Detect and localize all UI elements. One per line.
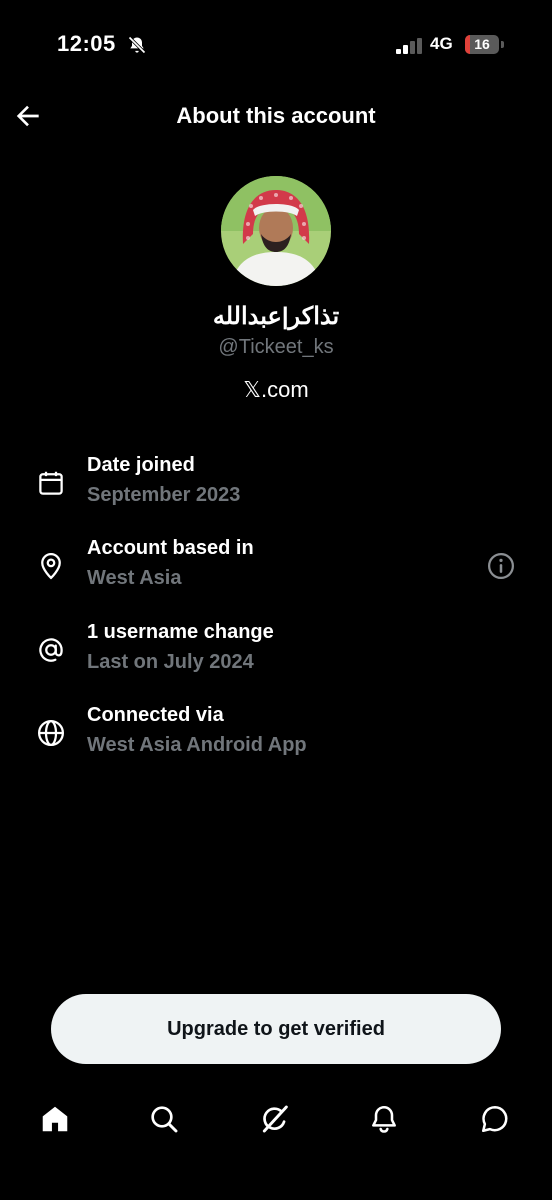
info-row-account-based-in: Account based in West Asia [0, 537, 552, 601]
username-handle: @Tickeet_ks [218, 336, 334, 358]
info-row-connected-via: Connected via West Asia Android App [0, 704, 552, 768]
info-label: Connected via [87, 704, 224, 726]
avatar [221, 176, 331, 286]
tab-grok[interactable] [245, 1090, 305, 1148]
cellular-signal-icon [396, 38, 422, 54]
display-name: تذاكر|عبدالله [212, 303, 340, 330]
tab-home[interactable] [25, 1090, 85, 1148]
bell-slash-icon [128, 36, 146, 54]
info-value: Last on July 2024 [87, 651, 254, 673]
globe-icon [38, 720, 64, 746]
search-icon [151, 1106, 178, 1133]
location-pin-icon [41, 553, 61, 580]
info-row-date-joined: Date joined September 2023 [0, 454, 552, 518]
network-type: 4G [430, 34, 453, 53]
status-bar: 12:05 4G 16 [0, 0, 552, 90]
messages-icon [482, 1106, 508, 1132]
tab-messages[interactable] [465, 1090, 525, 1148]
info-label: 1 username change [87, 621, 274, 643]
status-time: 12:05 [57, 31, 116, 56]
calendar-icon [39, 471, 63, 495]
info-label: Account based in [87, 537, 254, 559]
tab-notifications[interactable] [354, 1090, 414, 1148]
page-title: About this account [176, 103, 376, 128]
info-value: West Asia [87, 567, 182, 589]
info-row-username-change: 1 username change Last on July 2024 [0, 621, 552, 685]
info-icon[interactable] [486, 551, 516, 581]
battery-indicator: 16 [465, 35, 505, 54]
info-label: Date joined [87, 454, 195, 476]
site-label: 𝕏.com [243, 377, 309, 402]
notifications-icon [372, 1106, 396, 1133]
bottom-tab-bar [0, 1090, 552, 1150]
info-value: West Asia Android App [87, 734, 307, 756]
upgrade-verified-button[interactable]: Upgrade to get verified [51, 994, 501, 1064]
battery-percent: 16 [474, 36, 490, 52]
at-sign-icon [39, 638, 63, 662]
info-value: September 2023 [87, 484, 241, 506]
home-icon [42, 1106, 68, 1132]
tab-search[interactable] [134, 1090, 194, 1148]
grok-icon [262, 1105, 288, 1133]
